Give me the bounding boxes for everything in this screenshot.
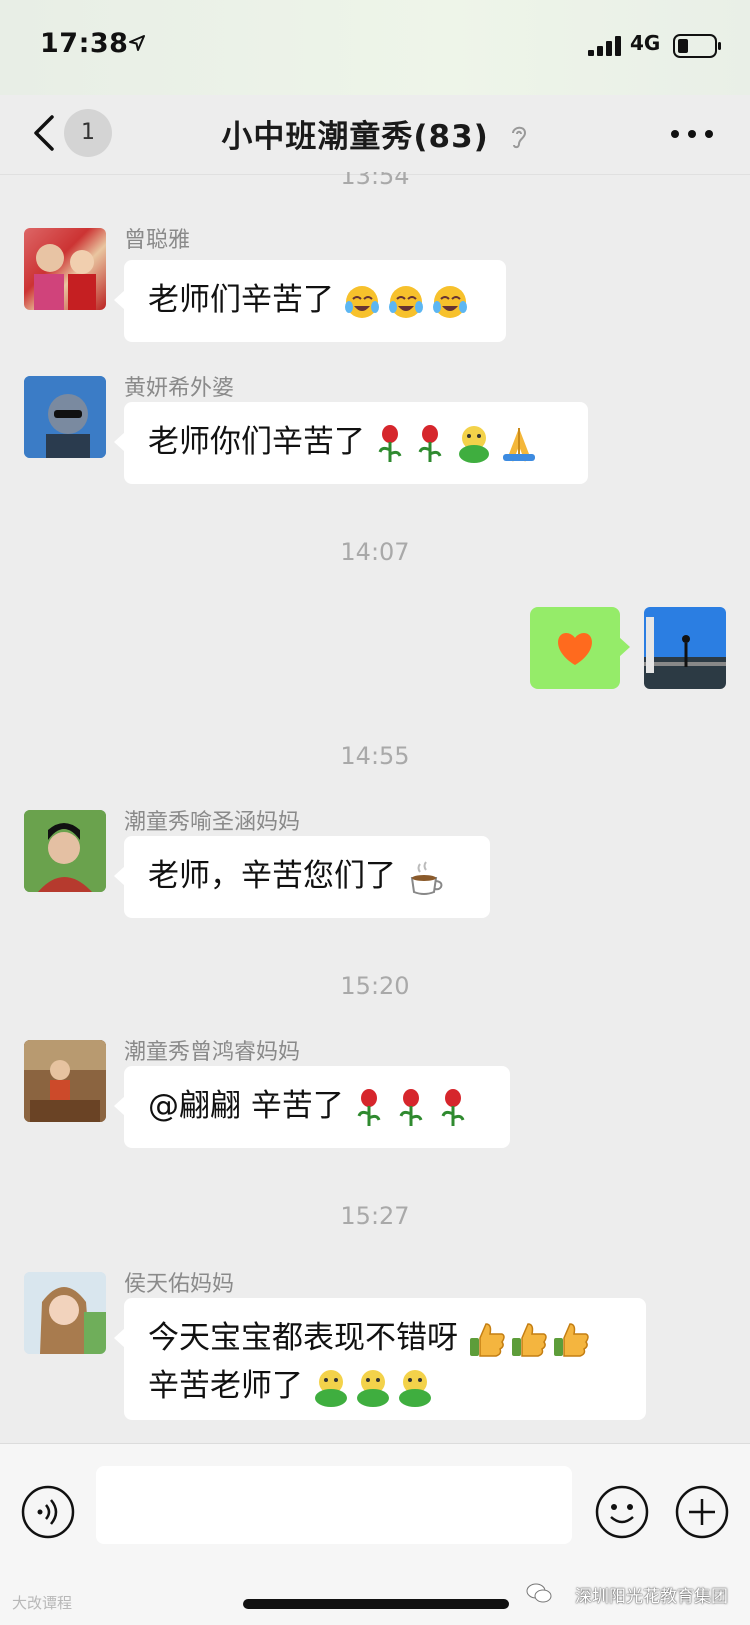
battery-icon	[673, 34, 721, 58]
message-text: 老师你们辛苦了	[148, 424, 365, 460]
rose-frog-pray-emoji-icon	[378, 424, 535, 463]
input-bar: 大改谭程 深圳阳光花教育集团	[0, 1443, 750, 1625]
message-text-line1: 今天宝宝都表现不错呀	[148, 1320, 458, 1356]
message-bubble[interactable]: 今天宝宝都表现不错呀 辛苦老师了	[114, 1298, 646, 1420]
more-functions-plus-icon[interactable]	[674, 1484, 730, 1540]
message-text: 老师们辛苦了	[148, 282, 334, 318]
sender-name: 潮童秀喻圣涵妈妈	[124, 810, 301, 835]
timestamp: 15:27	[340, 1202, 410, 1230]
more-options-icon[interactable]	[670, 129, 714, 139]
my-message-bubble[interactable]	[530, 607, 630, 689]
chat-title-text: 小中班潮童秀(83)	[221, 119, 489, 155]
thumbs-up-emoji-icon	[469, 1322, 589, 1357]
avatar[interactable]	[24, 1040, 106, 1122]
avatar[interactable]	[24, 228, 106, 310]
orange-heart-emoji-icon	[558, 633, 592, 665]
wechat-logo-icon	[526, 1583, 552, 1603]
frog-emoji-icon	[314, 1369, 431, 1407]
watermark-left: 大改谭程	[12, 1594, 73, 1612]
message-bubble[interactable]: 老师，辛苦您们了	[114, 836, 490, 918]
voice-input-icon[interactable]	[20, 1484, 76, 1540]
avatar[interactable]	[24, 376, 106, 458]
sender-name: 潮童秀曾鸿睿妈妈	[124, 1040, 301, 1065]
message-text: 老师，辛苦您们了	[148, 858, 396, 894]
my-avatar[interactable]	[644, 607, 726, 689]
timestamp: 14:07	[340, 538, 410, 566]
location-arrow-icon	[129, 35, 145, 51]
avatar[interactable]	[24, 810, 106, 892]
status-bar: 17:38 4G	[0, 0, 750, 95]
timestamp-clipped: 13:54	[340, 172, 410, 190]
message-bubble[interactable]: 老师们辛苦了	[114, 260, 506, 342]
status-time: 17:38	[40, 28, 129, 59]
watermark-right: 深圳阳光花教育集团	[575, 1587, 728, 1607]
cellular-signal-icon	[588, 36, 621, 56]
sender-name: 曾聪雅	[124, 228, 191, 253]
message-bubble[interactable]: 老师你们辛苦了	[114, 402, 588, 484]
chat-title: 小中班潮童秀(83)	[0, 111, 750, 156]
sender-name: 黄妍希外婆	[124, 376, 235, 401]
sender-name: 侯天佑妈妈	[124, 1272, 235, 1297]
home-indicator[interactable]	[243, 1599, 509, 1609]
rose-emoji-icon	[357, 1088, 465, 1126]
timestamp: 14:55	[340, 742, 410, 770]
emoji-picker-icon[interactable]	[594, 1484, 650, 1540]
message-bubble[interactable]: @翩翩 辛苦了	[114, 1066, 510, 1148]
laughing-crying-emoji-icon	[344, 285, 467, 318]
message-input[interactable]	[96, 1466, 572, 1544]
message-text-line2: 辛苦老师了	[148, 1368, 303, 1404]
coffee-emoji-icon	[410, 860, 443, 895]
network-type: 4G	[630, 31, 661, 55]
ear-mute-icon	[511, 126, 526, 149]
chat-header: 1 小中班潮童秀(83)	[0, 95, 750, 175]
avatar[interactable]	[24, 1272, 106, 1354]
message-text: @翩翩 辛苦了	[148, 1088, 344, 1124]
timestamp: 15:20	[340, 972, 410, 1000]
